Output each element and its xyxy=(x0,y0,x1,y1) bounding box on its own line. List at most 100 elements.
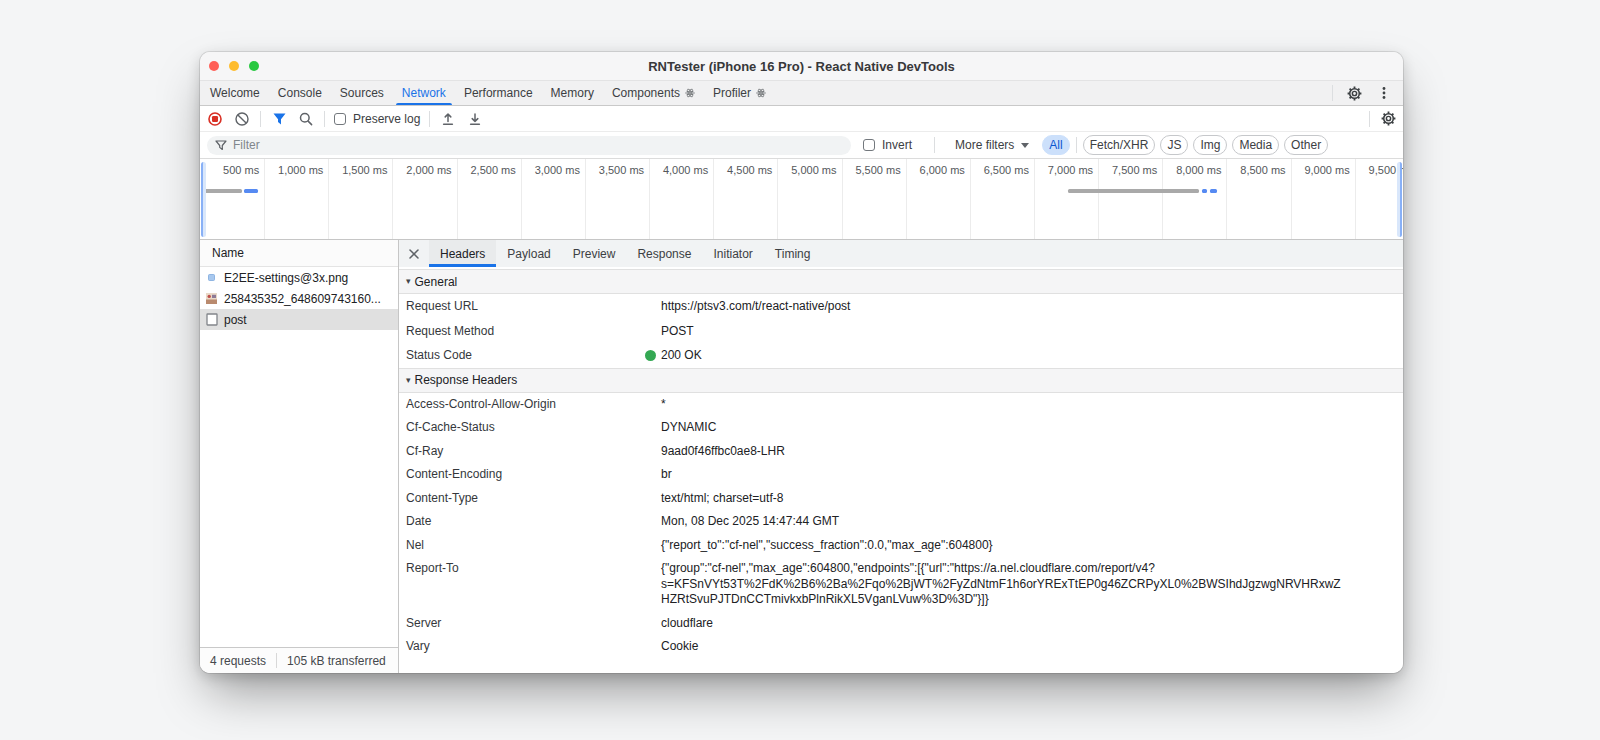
header-row: Nel{"report_to":"cf-nel","success_fracti… xyxy=(399,534,1403,558)
section-header-general[interactable]: ▾General xyxy=(399,269,1403,294)
toolbar-left: Preserve log xyxy=(206,110,484,128)
more-filters-dropdown[interactable]: More filters xyxy=(955,138,1029,152)
request-row[interactable]: 258435352_648609743160... xyxy=(200,288,398,309)
filter-pill-all[interactable]: All xyxy=(1042,135,1069,155)
filter-pill-media[interactable]: Media xyxy=(1232,135,1279,155)
network-settings-gear-button[interactable] xyxy=(1379,110,1397,128)
minimize-window-button[interactable] xyxy=(229,61,239,71)
header-name: Request URL xyxy=(406,298,661,315)
import-har-button[interactable] xyxy=(439,110,457,128)
timeline-gridline xyxy=(970,159,971,239)
devtools-tabbar-tabs: WelcomeConsoleSourcesNetworkPerformance M… xyxy=(201,81,775,105)
divider xyxy=(1369,111,1370,127)
close-details-button[interactable] xyxy=(399,240,429,267)
section-header-response-headers[interactable]: ▾Response Headers xyxy=(399,368,1403,393)
header-row: Servercloudflare xyxy=(399,612,1403,636)
zoom-window-button[interactable] xyxy=(249,61,259,71)
filter-pill-img[interactable]: Img xyxy=(1193,135,1227,155)
more-menu-button[interactable] xyxy=(1375,84,1393,102)
react-atom-icon xyxy=(756,88,766,98)
titlebar[interactable]: RNTester (iPhone 16 Pro) - React Native … xyxy=(200,52,1403,81)
details-tab-timing[interactable]: Timing xyxy=(764,240,822,267)
tab-profiler[interactable]: Profiler xyxy=(704,81,775,105)
timeline-tick-label: 1,500 ms xyxy=(342,164,387,176)
network-filter-bar: Filter Invert More filters All Fetch/XHRJ… xyxy=(200,132,1403,159)
network-overview-timeline[interactable]: 500 ms1,000 ms1,500 ms2,000 ms2,500 ms3,… xyxy=(200,159,1403,240)
overview-left-handle[interactable] xyxy=(201,162,206,237)
tab-components[interactable]: Components xyxy=(603,81,704,105)
filter-pill-js[interactable]: JS xyxy=(1160,135,1188,155)
search-button[interactable] xyxy=(297,110,315,128)
tab-label: Profiler xyxy=(713,86,751,100)
overview-request-bar xyxy=(1202,189,1207,193)
requests-count: 4 requests xyxy=(200,654,276,668)
request-row[interactable]: post xyxy=(200,309,398,330)
tab-label: Memory xyxy=(551,86,594,100)
timeline-gridline xyxy=(649,159,650,239)
section-title: General xyxy=(415,275,458,289)
clear-button[interactable] xyxy=(233,110,251,128)
details-tab-payload[interactable]: Payload xyxy=(496,240,561,267)
details-tab-initiator[interactable]: Initiator xyxy=(702,240,763,267)
timeline-gridline xyxy=(777,159,778,239)
overview-right-handle[interactable] xyxy=(1397,162,1402,237)
preserve-log-checkbox[interactable] xyxy=(334,113,346,125)
timeline-gridline xyxy=(1226,159,1227,239)
details-tab-headers[interactable]: Headers xyxy=(429,240,496,267)
settings-gear-button[interactable] xyxy=(1345,84,1363,102)
preserve-log-checkbox-group[interactable]: Preserve log xyxy=(334,112,420,126)
timeline-tick-label: 8,000 ms xyxy=(1176,164,1221,176)
tab-welcome[interactable]: Welcome xyxy=(201,81,269,105)
header-name: Server xyxy=(406,616,661,632)
close-window-button[interactable] xyxy=(209,61,219,71)
export-har-button[interactable] xyxy=(466,110,484,128)
tiny-image-icon xyxy=(204,270,219,285)
timeline-tick-label: 4,500 ms xyxy=(727,164,772,176)
filter-funnel-button[interactable] xyxy=(270,110,288,128)
network-toolbar: Preserve log xyxy=(200,106,1403,132)
filter-funnel-icon xyxy=(272,112,287,126)
header-name: Status Code xyxy=(406,347,661,364)
details-tab-response[interactable]: Response xyxy=(626,240,702,267)
header-value: Cookie xyxy=(661,639,1346,655)
more-menu-icon xyxy=(1376,85,1392,101)
header-value: {"group":"cf-nel","max_age":604800,"endp… xyxy=(661,561,1346,608)
disclosure-triangle-icon: ▾ xyxy=(406,375,411,385)
header-name: Cf-Cache-Status xyxy=(406,420,661,436)
request-row[interactable]: E2EE-settings@3x.png xyxy=(200,267,398,288)
header-row: Report-To{"group":"cf-nel","max_age":604… xyxy=(399,557,1403,612)
toolbar-right xyxy=(1369,110,1397,128)
export-har-icon xyxy=(467,111,483,127)
timeline-tick-label: 2,500 ms xyxy=(471,164,516,176)
filter-pill-fetchxhr[interactable]: Fetch/XHR xyxy=(1083,135,1156,155)
invert-checkbox[interactable] xyxy=(863,139,875,151)
request-name: E2EE-settings@3x.png xyxy=(224,271,348,285)
tab-memory[interactable]: Memory xyxy=(542,81,603,105)
header-value: 9aad0f46ffbc0ae8-LHR xyxy=(661,444,1346,460)
details-tabs: HeadersPayloadPreviewResponseInitiatorTi… xyxy=(429,240,821,267)
header-value: text/html; charset=utf-8 xyxy=(661,491,1346,507)
filter-pill-other[interactable]: Other xyxy=(1284,135,1328,155)
timeline-tick-label: 3,000 ms xyxy=(535,164,580,176)
tab-console[interactable]: Console xyxy=(269,81,331,105)
filter-input[interactable]: Filter xyxy=(207,136,851,155)
settings-gear-icon xyxy=(1380,110,1397,127)
tab-network[interactable]: Network xyxy=(393,81,455,105)
name-column-header[interactable]: Name xyxy=(200,240,398,267)
invert-checkbox-group[interactable]: Invert xyxy=(863,138,912,152)
timeline-tick-label: 9,000 ms xyxy=(1304,164,1349,176)
header-value: Mon, 08 Dec 2025 14:47:44 GMT xyxy=(661,514,1346,530)
divider xyxy=(1332,85,1333,101)
tab-performance[interactable]: Performance xyxy=(455,81,542,105)
timeline-tick-label: 8,500 ms xyxy=(1240,164,1285,176)
record-button[interactable] xyxy=(206,110,224,128)
timeline-tick-label: 5,500 ms xyxy=(855,164,900,176)
timeline-gridline xyxy=(1098,159,1099,239)
tab-sources[interactable]: Sources xyxy=(331,81,393,105)
timeline-tick-label: 6,500 ms xyxy=(984,164,1029,176)
search-icon xyxy=(298,111,314,127)
requests-panel: Name E2EE-settings@3x.png 258435352_64860… xyxy=(200,240,399,673)
request-details-panel: HeadersPayloadPreviewResponseInitiatorTi… xyxy=(399,240,1403,673)
devtools-tabbar: WelcomeConsoleSourcesNetworkPerformance M… xyxy=(200,81,1403,106)
details-tab-preview[interactable]: Preview xyxy=(562,240,627,267)
